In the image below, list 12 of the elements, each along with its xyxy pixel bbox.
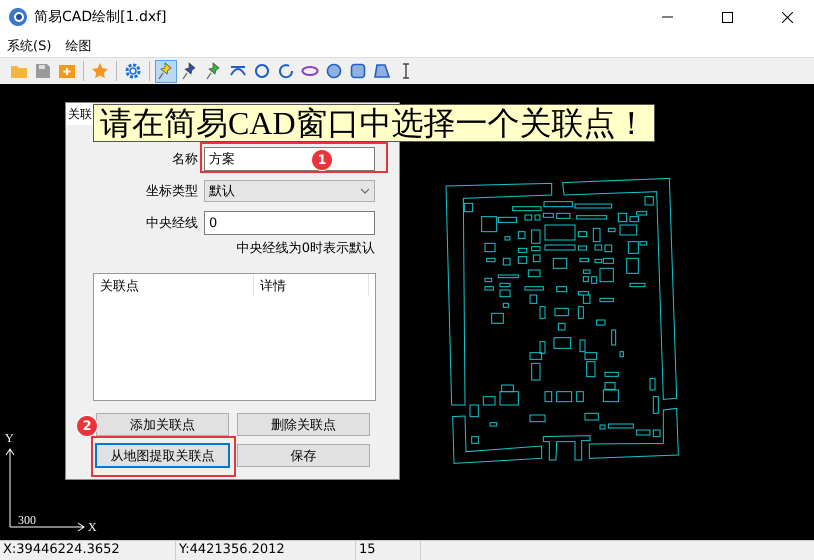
field-label: 中央经线 (145, 215, 198, 232)
window-title: 简易CAD绘制[1.dxf] (34, 8, 168, 26)
status-text: X:39446224.3652 (0, 541, 176, 560)
field-label: 坐标类型 (145, 183, 198, 200)
scale-label: 300 (18, 513, 36, 527)
prompt-tooltip: 请在简易CAD窗口中选择一个关联点！ (93, 104, 655, 142)
axis-label: Y (5, 431, 14, 445)
status-text: Y:4421356.2012 (176, 541, 356, 560)
hint-text: 中央经线为0时表示默认 (236, 240, 375, 257)
status-text: 15 (356, 541, 421, 560)
axis-label: X (88, 520, 97, 532)
field-label: 名称 (171, 151, 198, 168)
